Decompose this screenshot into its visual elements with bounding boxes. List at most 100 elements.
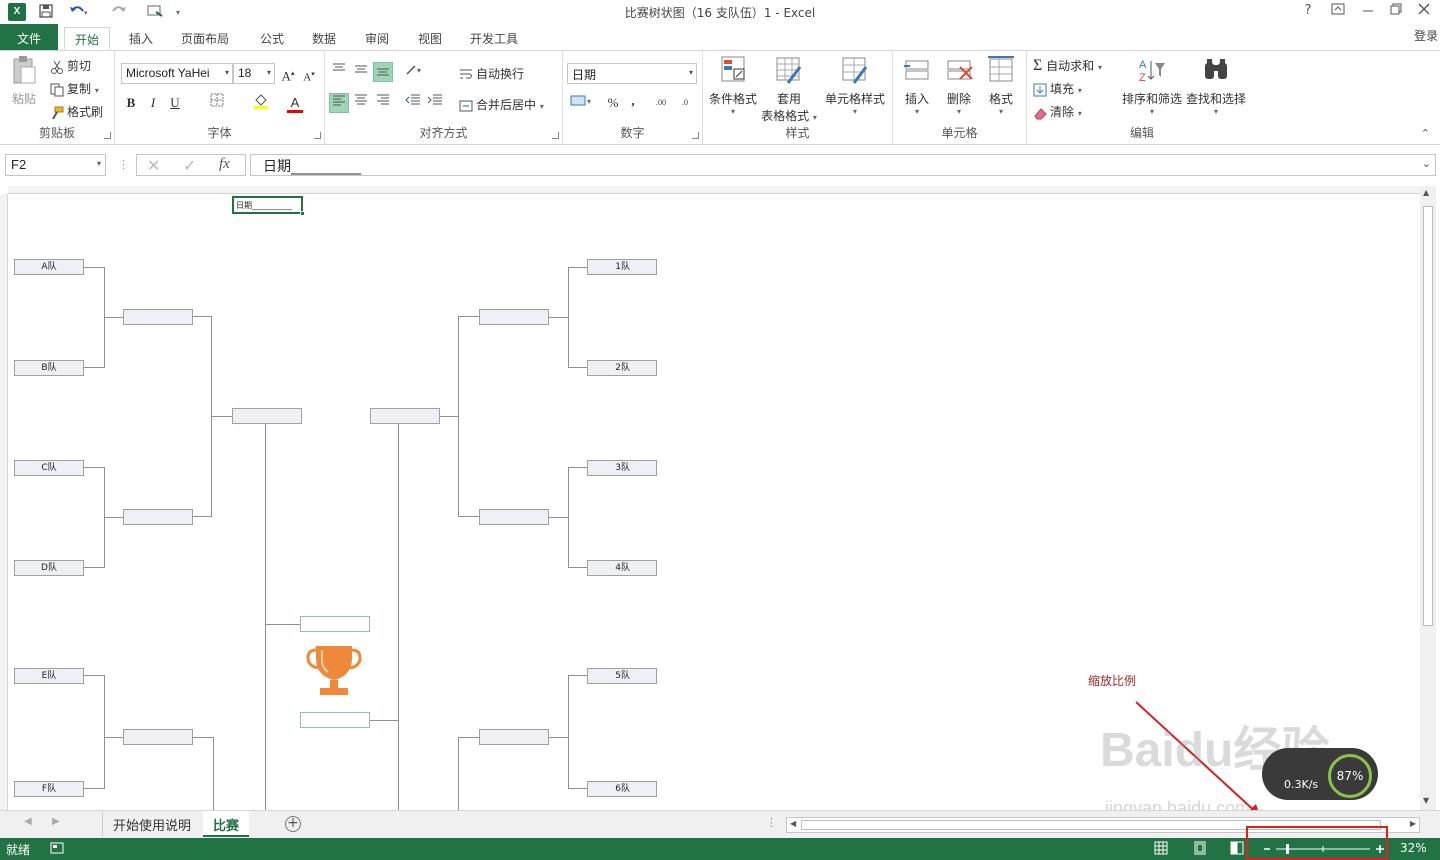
cut-button[interactable]: 剪切 — [50, 57, 91, 74]
formula-bar-splitter-icon[interactable]: ⋮ — [118, 158, 129, 171]
conditional-formatting-button[interactable]: 条件格式 ▾ — [707, 55, 759, 116]
increase-indent-button[interactable] — [425, 93, 445, 113]
team-box[interactable]: C队 — [14, 460, 84, 476]
font-size-select[interactable]: 18 ▾ — [233, 63, 275, 84]
match-box[interactable] — [479, 729, 549, 745]
row-headers[interactable] — [0, 194, 8, 810]
team-box[interactable]: F队 — [14, 781, 84, 797]
macro-record-icon[interactable] — [50, 841, 64, 858]
orientation-button[interactable]: ▾ — [405, 62, 425, 82]
team-box[interactable]: A队 — [14, 259, 84, 275]
tab-formulas[interactable]: 公式 — [250, 27, 294, 50]
scroll-left-icon[interactable]: ◀ — [790, 819, 796, 828]
column-headers[interactable] — [8, 186, 1420, 194]
enter-icon[interactable]: ✓ — [183, 156, 196, 175]
team-box[interactable]: 5队 — [587, 668, 657, 684]
next-sheet-icon[interactable]: ▶ — [52, 816, 60, 827]
fill-color-button[interactable] — [251, 93, 271, 113]
tab-insert[interactable]: 插入 — [119, 27, 163, 50]
align-left-button[interactable] — [329, 93, 349, 113]
team-box[interactable]: 4队 — [587, 560, 657, 576]
final-box[interactable] — [300, 616, 370, 632]
align-top-button[interactable] — [329, 62, 349, 82]
underline-button[interactable]: U — [165, 93, 185, 113]
team-box[interactable]: D队 — [14, 560, 84, 576]
bold-button[interactable]: B — [121, 93, 141, 113]
font-color-button[interactable]: A — [285, 93, 305, 113]
format-painter-button[interactable]: 格式刷 — [50, 103, 103, 120]
number-format-select[interactable]: 日期 ▾ — [567, 63, 697, 84]
vertical-scrollbar[interactable]: ▲ ▼ — [1420, 186, 1436, 810]
scroll-right-icon[interactable]: ▶ — [1410, 819, 1416, 828]
scroll-down-icon[interactable]: ▼ — [1423, 796, 1429, 805]
grow-font-button[interactable]: A▴ — [278, 63, 298, 83]
team-box[interactable]: 1队 — [587, 259, 657, 275]
align-middle-button[interactable] — [351, 62, 371, 82]
clear-button[interactable]: 清除 ▾ — [1033, 103, 1082, 120]
tab-home[interactable]: 开始 — [64, 27, 111, 50]
ribbon-display-icon[interactable] — [1324, 3, 1352, 19]
match-box[interactable] — [123, 309, 193, 325]
paste-button[interactable]: 粘贴 — [6, 55, 42, 107]
team-box[interactable]: E队 — [14, 668, 84, 684]
tab-view[interactable]: 视图 — [408, 27, 452, 50]
collapse-ribbon-icon[interactable]: ⌃ — [1421, 127, 1430, 140]
minimize-icon[interactable] — [1354, 3, 1382, 19]
page-break-view-icon[interactable] — [1230, 841, 1244, 858]
clipboard-launcher-icon[interactable] — [104, 132, 111, 139]
comma-button[interactable]: , — [623, 91, 643, 111]
format-as-table-button[interactable]: 套用 表格格式 ▾ — [759, 55, 819, 124]
autosum-button[interactable]: Σ 自动求和 ▾ — [1033, 57, 1102, 75]
fill-handle[interactable] — [300, 211, 305, 216]
delete-cells-button[interactable]: 删除 ▾ — [941, 55, 977, 116]
align-center-button[interactable] — [351, 93, 371, 113]
sheet-tab-match[interactable]: 比赛 — [203, 811, 250, 837]
borders-button[interactable] — [207, 93, 227, 113]
close-icon[interactable] — [1410, 3, 1438, 19]
accounting-format-button[interactable]: ▾ — [569, 93, 597, 113]
team-box[interactable]: B队 — [14, 360, 84, 376]
align-bottom-button[interactable] — [373, 62, 393, 82]
tab-data[interactable]: 数据 — [302, 27, 346, 50]
scroll-up-icon[interactable]: ▲ — [1423, 188, 1429, 197]
match-box[interactable] — [232, 408, 302, 424]
normal-view-icon[interactable] — [1154, 841, 1168, 858]
expand-formula-icon[interactable]: ⌄ — [1422, 157, 1431, 170]
cancel-icon[interactable]: ✕ — [147, 156, 160, 175]
sort-filter-button[interactable]: AZ 排序和筛选 ▾ — [1121, 55, 1183, 116]
number-launcher-icon[interactable] — [692, 132, 699, 139]
sheet-tab-instructions[interactable]: 开始使用说明 — [102, 811, 201, 837]
selected-cell[interactable]: 日期__________ — [232, 196, 305, 216]
find-select-button[interactable]: 查找和选择 ▾ — [1185, 55, 1247, 116]
match-box[interactable] — [479, 309, 549, 325]
percent-button[interactable]: % — [603, 93, 623, 113]
font-launcher-icon[interactable] — [314, 132, 321, 139]
final-box[interactable] — [300, 712, 370, 728]
match-box[interactable] — [123, 729, 193, 745]
formula-input[interactable]: 日期__________ ⌄ — [250, 154, 1436, 176]
wrap-text-button[interactable]: 自动换行 — [459, 65, 524, 82]
match-box[interactable] — [479, 509, 549, 525]
match-box[interactable] — [123, 509, 193, 525]
decrease-decimal-button[interactable]: .0 — [675, 93, 695, 113]
add-sheet-button[interactable]: + — [285, 816, 301, 832]
italic-button[interactable]: I — [143, 93, 163, 113]
increase-decimal-button[interactable]: .00 — [651, 93, 671, 113]
match-box[interactable] — [370, 408, 440, 424]
team-box[interactable]: 3队 — [587, 460, 657, 476]
help-icon[interactable]: ? — [1294, 3, 1322, 18]
insert-cells-button[interactable]: 插入 ▾ — [899, 55, 935, 116]
cell-styles-button[interactable]: 单元格样式 ▾ — [823, 55, 887, 116]
tab-page-layout[interactable]: 页面布局 — [171, 27, 239, 50]
sign-in-link[interactable]: 登录 — [1414, 27, 1438, 44]
name-box[interactable]: F2 ▾ — [5, 154, 106, 176]
format-cells-button[interactable]: 格式 ▾ — [983, 55, 1019, 116]
insert-function-icon[interactable]: fx — [219, 156, 230, 173]
tab-developer[interactable]: 开发工具 — [460, 27, 528, 50]
tab-splitter-icon[interactable]: ⋮ — [766, 816, 777, 829]
page-layout-view-icon[interactable] — [1193, 841, 1207, 858]
prev-sheet-icon[interactable]: ◀ — [24, 816, 32, 827]
copy-button[interactable]: 复制 ▾ — [50, 80, 99, 97]
merge-center-button[interactable]: 合并后居中 ▾ — [459, 96, 544, 113]
font-name-select[interactable]: Microsoft YaHei ▾ — [121, 63, 233, 84]
